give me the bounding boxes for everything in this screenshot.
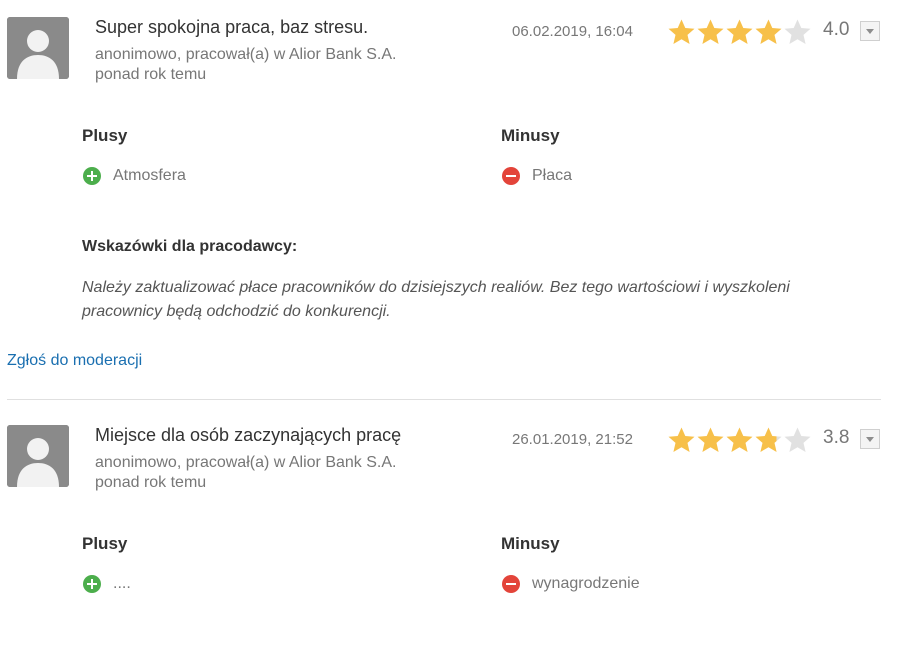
star-icon — [755, 427, 782, 452]
review-card: Miejsce dla osób zaczynających pracę ano… — [0, 425, 903, 653]
con-text: wynagrodzenie — [532, 575, 640, 592]
star-icon — [784, 427, 811, 452]
star-rating — [667, 426, 812, 454]
con-text: Płaca — [532, 167, 573, 184]
minus-circle-icon — [502, 167, 520, 185]
rating-score: 3.8 — [823, 427, 850, 448]
rating-score: 4.0 — [823, 19, 850, 40]
pro-text: Atmosfera — [113, 167, 186, 184]
avatar — [7, 425, 69, 487]
review-card: Super spokojna praca, baz stresu. anonim… — [0, 17, 903, 369]
pros-heading: Plusy — [82, 126, 128, 145]
time-ago: ponad rok temu — [95, 474, 207, 491]
cons-heading: Minusy — [501, 534, 560, 553]
star-icon — [784, 19, 811, 44]
star-icon — [697, 19, 724, 44]
star-icon — [668, 427, 695, 452]
plus-circle-icon — [83, 575, 101, 593]
pro-item: Atmosfera — [83, 167, 186, 185]
review-options-dropdown[interactable] — [860, 429, 880, 449]
con-item: wynagrodzenie — [502, 575, 640, 593]
pro-text: .... — [113, 575, 131, 592]
caret-down-icon — [866, 28, 874, 34]
review-title: Super spokojna praca, baz stresu. — [95, 17, 369, 37]
minus-circle-icon — [502, 575, 520, 593]
star-icon — [668, 19, 695, 44]
con-item: Płaca — [502, 167, 572, 185]
caret-down-icon — [866, 436, 874, 442]
review-date: 26.01.2019, 21:52 — [512, 431, 633, 448]
user-silhouette-icon — [7, 17, 69, 79]
avatar — [7, 17, 69, 79]
review-title: Miejsce dla osób zaczynających pracę — [95, 425, 402, 445]
employer-tips-text: Należy zaktualizować płace pracowników d… — [82, 279, 790, 320]
author-line: anonimowo, pracował(a) w Alior Bank S.A. — [95, 454, 397, 471]
star-rating — [667, 18, 812, 46]
plus-circle-icon — [83, 167, 101, 185]
pro-item: .... — [83, 575, 131, 593]
pros-heading: Plusy — [82, 534, 128, 553]
star-icon — [755, 19, 782, 44]
review-meta: anonimowo, pracował(a) w Alior Bank S.A.… — [95, 45, 396, 85]
report-moderation-link[interactable]: Zgłoś do moderacji — [7, 352, 142, 370]
cons-heading: Minusy — [501, 126, 560, 145]
employer-tips-heading: Wskazówki dla pracodawcy: — [82, 238, 298, 255]
star-icon — [697, 427, 724, 452]
user-silhouette-icon — [7, 425, 69, 487]
author-line: anonimowo, pracował(a) w Alior Bank S.A. — [95, 46, 397, 63]
review-date: 06.02.2019, 16:04 — [512, 23, 633, 40]
star-icon — [726, 19, 753, 44]
time-ago: ponad rok temu — [95, 66, 207, 83]
review-options-dropdown[interactable] — [860, 21, 880, 41]
review-divider — [7, 399, 881, 400]
star-icon — [726, 427, 753, 452]
review-meta: anonimowo, pracował(a) w Alior Bank S.A.… — [95, 453, 396, 493]
